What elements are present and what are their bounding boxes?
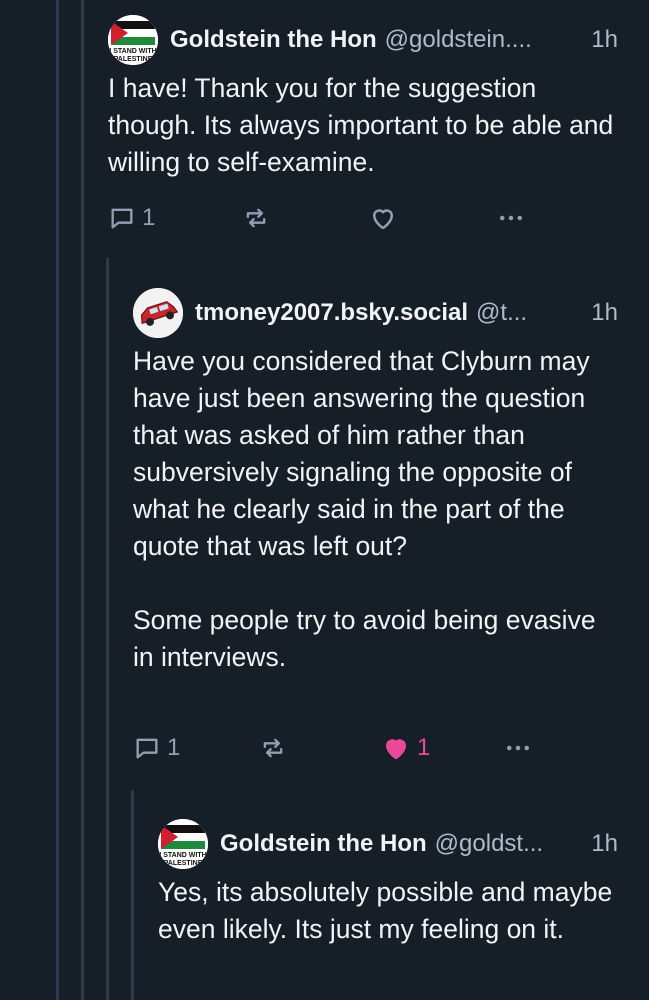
author-handle[interactable]: @goldstein.... [385, 26, 532, 54]
post-header: tmoney2007.bsky.social @t... 1h [133, 287, 618, 339]
repost-button[interactable] [259, 728, 287, 768]
avatar-caption: PALESTINE [164, 860, 203, 867]
author-handle[interactable]: @goldst... [435, 830, 543, 858]
post[interactable]: I STAND WITH PALESTINE Goldstein the Hon… [158, 818, 618, 948]
repost-icon [246, 208, 266, 228]
post[interactable]: tmoney2007.bsky.social @t... 1h Have you… [133, 287, 618, 676]
repost-icon [263, 738, 283, 758]
timestamp[interactable]: 1h [591, 830, 618, 858]
post-header: I STAND WITH PALESTINE Goldstein the Hon… [158, 818, 618, 870]
avatar[interactable]: I STAND WITH PALESTINE [158, 819, 208, 869]
avatar-caption: I STAND WITH [109, 48, 156, 55]
post-actions: 1 1 [133, 728, 628, 768]
station-wagon-avatar-icon [133, 288, 183, 338]
like-count: 1 [417, 734, 431, 761]
author-handle[interactable]: @t... [476, 299, 527, 327]
post-header: I STAND WITH PALESTINE Goldstein the Hon… [108, 14, 618, 66]
thread-view: I STAND WITH PALESTINE Goldstein the Hon… [0, 0, 649, 1000]
reply-button[interactable]: 1 [108, 198, 155, 238]
more-options-button[interactable] [503, 728, 533, 768]
reply-icon [136, 738, 158, 759]
reply-button[interactable]: 1 [133, 728, 180, 768]
post-actions: 1 [108, 198, 628, 238]
post[interactable]: I STAND WITH PALESTINE Goldstein the Hon… [108, 14, 618, 181]
thread-line [106, 258, 109, 1000]
author-name[interactable]: Goldstein the Hon [170, 26, 377, 54]
like-button[interactable]: 1 [381, 728, 430, 768]
like-icon [386, 739, 406, 760]
palestine-flag-avatar-icon: I STAND WITH PALESTINE [158, 819, 208, 869]
more-icon [500, 215, 522, 221]
thread-line [131, 790, 134, 1000]
timestamp[interactable]: 1h [591, 299, 618, 327]
like-icon [373, 209, 393, 230]
post-text: I have! Thank you for the suggestion tho… [108, 73, 614, 177]
post-text: Yes, its absolutely possible and maybe e… [158, 877, 613, 944]
thread-line [81, 0, 84, 1000]
more-icon [507, 745, 529, 751]
palestine-flag-avatar-icon: I STAND WITH PALESTINE [108, 15, 158, 65]
reply-icon [111, 208, 133, 229]
timestamp[interactable]: 1h [591, 26, 618, 54]
author-name[interactable]: Goldstein the Hon [220, 830, 427, 858]
reply-count: 1 [167, 734, 181, 761]
avatar-caption: I STAND WITH [159, 852, 206, 859]
author-name[interactable]: tmoney2007.bsky.social [195, 299, 468, 327]
repost-button[interactable] [242, 198, 270, 238]
avatar[interactable]: I STAND WITH PALESTINE [108, 15, 158, 65]
reply-count: 1 [142, 204, 156, 231]
avatar-caption: PALESTINE [114, 56, 153, 63]
post-text: Have you considered that Clyburn may hav… [133, 346, 596, 672]
avatar[interactable] [133, 288, 183, 338]
like-button[interactable] [368, 198, 404, 238]
thread-line [56, 0, 59, 1000]
more-options-button[interactable] [496, 198, 526, 238]
